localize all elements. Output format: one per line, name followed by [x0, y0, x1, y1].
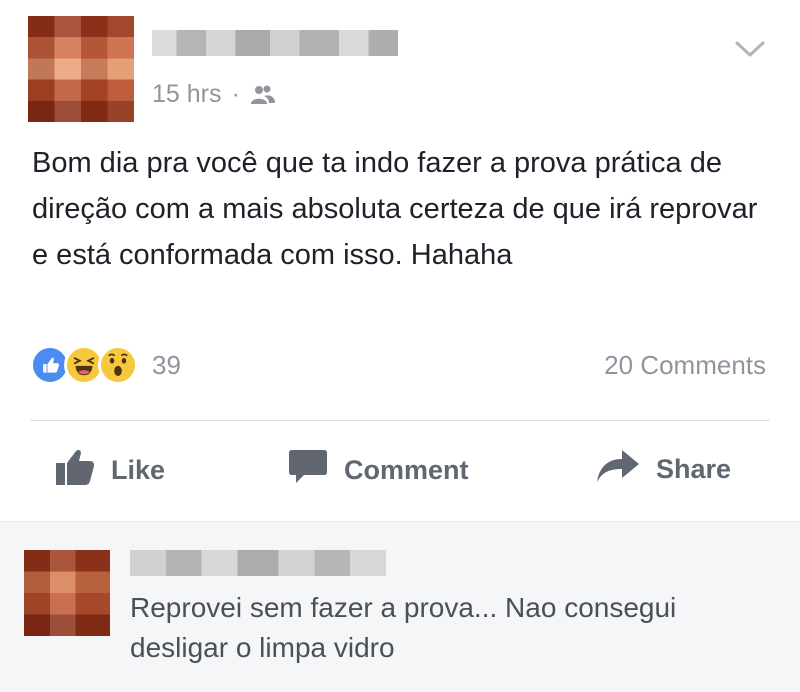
author-avatar[interactable]: [28, 16, 134, 122]
share-button[interactable]: Share: [596, 448, 731, 491]
post-meta: 15 hrs ·: [152, 80, 276, 109]
post-timestamp[interactable]: 15 hrs: [152, 80, 221, 109]
commenter-name-blurred[interactable]: [130, 550, 386, 576]
commenter-avatar[interactable]: [24, 550, 110, 636]
reactions-summary[interactable]: 39: [30, 345, 181, 385]
like-label: Like: [111, 455, 166, 485]
wow-reaction-icon: [98, 345, 138, 385]
comment-text: Reprovei sem fazer a prova... Nao conseg…: [130, 592, 677, 663]
share-arrow-icon: [596, 448, 640, 491]
actions-divider: [30, 420, 770, 421]
post-actions-bar: Like Comment Share: [0, 440, 800, 500]
like-button[interactable]: Like: [55, 448, 165, 493]
thumbs-up-icon: [55, 448, 95, 493]
post-text: Bom dia pra você que ta indo fazer a pro…: [32, 147, 758, 271]
comments-count-link[interactable]: 20 Comments: [604, 350, 766, 381]
author-name-blurred[interactable]: [152, 30, 398, 56]
reaction-count: 39: [152, 349, 181, 380]
friends-icon[interactable]: [250, 84, 276, 106]
post-card: 15 hrs · Bom dia pra você que ta indo fa…: [0, 0, 800, 521]
meta-separator: ·: [231, 80, 240, 108]
comment-label: Comment: [344, 455, 469, 485]
share-label: Share: [656, 454, 732, 484]
chevron-down-icon[interactable]: [734, 40, 766, 65]
comment-button[interactable]: Comment: [288, 448, 469, 493]
comment-bubble-icon: [288, 448, 328, 493]
